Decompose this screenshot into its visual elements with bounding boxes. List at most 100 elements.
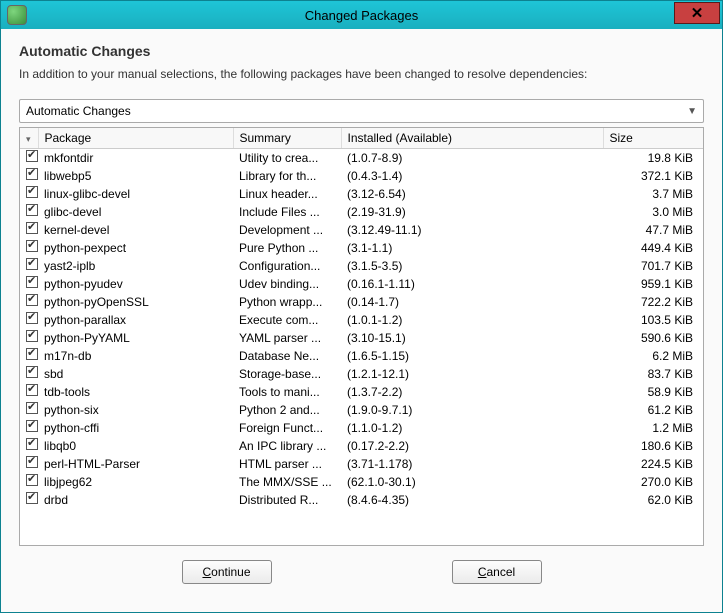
- cell-installed: (0.17.2-2.2): [341, 437, 603, 455]
- cell-summary: The MMX/SSE ...: [233, 473, 341, 491]
- button-row: Continue Cancel: [19, 546, 704, 602]
- table-row[interactable]: sbdStorage-base...(1.2.1-12.1)83.7 KiB: [20, 365, 703, 383]
- cell-size: 590.6 KiB: [603, 329, 703, 347]
- install-status-icon: [26, 474, 38, 486]
- cell-size: 103.5 KiB: [603, 311, 703, 329]
- cell-size: 83.7 KiB: [603, 365, 703, 383]
- cell-package: kernel-devel: [38, 221, 233, 239]
- install-status-icon: [26, 402, 38, 414]
- table-row[interactable]: python-cffiForeign Funct...(1.1.0-1.2)1.…: [20, 419, 703, 437]
- table-row[interactable]: python-pexpectPure Python ...(3.1-1.1)44…: [20, 239, 703, 257]
- table-row[interactable]: python-pyOpenSSLPython wrapp...(0.14-1.7…: [20, 293, 703, 311]
- column-header-status[interactable]: ▾: [20, 128, 38, 149]
- cell-package: mkfontdir: [38, 149, 233, 167]
- install-status-icon: [26, 366, 38, 378]
- table-row[interactable]: python-PyYAMLYAML parser ...(3.10-15.1)5…: [20, 329, 703, 347]
- cell-package: python-PyYAML: [38, 329, 233, 347]
- cell-summary: Development ...: [233, 221, 341, 239]
- table-row[interactable]: python-pyudevUdev binding...(0.16.1-1.11…: [20, 275, 703, 293]
- cell-summary: Udev binding...: [233, 275, 341, 293]
- install-status-icon: [26, 222, 38, 234]
- column-header-installed[interactable]: Installed (Available): [341, 128, 603, 149]
- cell-size: 1.2 MiB: [603, 419, 703, 437]
- table-row[interactable]: drbdDistributed R...(8.4.6-4.35)62.0 KiB: [20, 491, 703, 509]
- cell-summary: Configuration...: [233, 257, 341, 275]
- cell-summary: Database Ne...: [233, 347, 341, 365]
- titlebar[interactable]: Changed Packages ✕: [1, 1, 722, 29]
- cell-installed: (3.1.5-3.5): [341, 257, 603, 275]
- install-status-icon: [26, 330, 38, 342]
- cell-package: glibc-devel: [38, 203, 233, 221]
- cell-installed: (1.0.7-8.9): [341, 149, 603, 167]
- cell-size: 270.0 KiB: [603, 473, 703, 491]
- table-row[interactable]: tdb-toolsTools to mani...(1.3.7-2.2)58.9…: [20, 383, 703, 401]
- column-header-package[interactable]: Package: [38, 128, 233, 149]
- cell-package: drbd: [38, 491, 233, 509]
- cell-summary: Include Files ...: [233, 203, 341, 221]
- install-status-icon: [26, 438, 38, 450]
- table-row[interactable]: python-sixPython 2 and...(1.9.0-9.7.1)61…: [20, 401, 703, 419]
- cell-size: 372.1 KiB: [603, 167, 703, 185]
- cell-size: 959.1 KiB: [603, 275, 703, 293]
- install-status-icon: [26, 492, 38, 504]
- cell-size: 62.0 KiB: [603, 491, 703, 509]
- install-status-icon: [26, 312, 38, 324]
- install-status-icon: [26, 384, 38, 396]
- table-row[interactable]: linux-glibc-develLinux header...(3.12-6.…: [20, 185, 703, 203]
- cell-summary: Foreign Funct...: [233, 419, 341, 437]
- cell-installed: (3.12.49-11.1): [341, 221, 603, 239]
- close-button[interactable]: ✕: [674, 2, 720, 24]
- cell-installed: (8.4.6-4.35): [341, 491, 603, 509]
- cancel-button[interactable]: Cancel: [452, 560, 542, 584]
- table-row[interactable]: m17n-dbDatabase Ne...(1.6.5-1.15)6.2 MiB: [20, 347, 703, 365]
- cell-installed: (0.14-1.7): [341, 293, 603, 311]
- cell-installed: (62.1.0-30.1): [341, 473, 603, 491]
- cell-package: python-cffi: [38, 419, 233, 437]
- table-row[interactable]: libqb0An IPC library ...(0.17.2-2.2)180.…: [20, 437, 703, 455]
- column-header-size[interactable]: Size: [603, 128, 703, 149]
- content-area: Automatic Changes In addition to your ma…: [1, 29, 722, 612]
- cell-installed: (3.12-6.54): [341, 185, 603, 203]
- table-row[interactable]: kernel-develDevelopment ...(3.12.49-11.1…: [20, 221, 703, 239]
- cell-package: libqb0: [38, 437, 233, 455]
- cell-summary: HTML parser ...: [233, 455, 341, 473]
- cell-package: libwebp5: [38, 167, 233, 185]
- column-header-summary[interactable]: Summary: [233, 128, 341, 149]
- cell-size: 3.7 MiB: [603, 185, 703, 203]
- changes-category-dropdown[interactable]: Automatic Changes ▼: [19, 99, 704, 123]
- cell-package: tdb-tools: [38, 383, 233, 401]
- page-heading: Automatic Changes: [19, 43, 704, 59]
- sort-indicator-icon: ▾: [26, 134, 31, 144]
- cell-size: 180.6 KiB: [603, 437, 703, 455]
- packages-table: ▾ Package Summary Installed (Available) …: [20, 128, 703, 509]
- window-title: Changed Packages: [305, 8, 418, 23]
- table-row[interactable]: libjpeg62The MMX/SSE ...(62.1.0-30.1)270…: [20, 473, 703, 491]
- cell-summary: An IPC library ...: [233, 437, 341, 455]
- install-status-icon: [26, 420, 38, 432]
- cell-package: perl-HTML-Parser: [38, 455, 233, 473]
- cell-summary: Library for th...: [233, 167, 341, 185]
- cell-package: yast2-iplb: [38, 257, 233, 275]
- close-icon: ✕: [691, 4, 704, 22]
- chevron-down-icon: ▼: [687, 106, 697, 117]
- cell-package: python-six: [38, 401, 233, 419]
- install-status-icon: [26, 186, 38, 198]
- table-row[interactable]: perl-HTML-ParserHTML parser ...(3.71-1.1…: [20, 455, 703, 473]
- cell-installed: (3.71-1.178): [341, 455, 603, 473]
- cell-installed: (3.10-15.1): [341, 329, 603, 347]
- cell-summary: Linux header...: [233, 185, 341, 203]
- table-row[interactable]: python-parallaxExecute com...(1.0.1-1.2)…: [20, 311, 703, 329]
- table-row[interactable]: glibc-develInclude Files ...(2.19-31.9)3…: [20, 203, 703, 221]
- cell-size: 449.4 KiB: [603, 239, 703, 257]
- table-row[interactable]: mkfontdirUtility to crea...(1.0.7-8.9)19…: [20, 149, 703, 167]
- install-status-icon: [26, 348, 38, 360]
- table-row[interactable]: yast2-iplbConfiguration...(3.1.5-3.5)701…: [20, 257, 703, 275]
- table-header-row: ▾ Package Summary Installed (Available) …: [20, 128, 703, 149]
- cell-summary: YAML parser ...: [233, 329, 341, 347]
- cell-package: linux-glibc-devel: [38, 185, 233, 203]
- continue-button[interactable]: Continue: [182, 560, 272, 584]
- table-row[interactable]: libwebp5Library for th...(0.4.3-1.4)372.…: [20, 167, 703, 185]
- cell-summary: Utility to crea...: [233, 149, 341, 167]
- dialog-window: Changed Packages ✕ Automatic Changes In …: [0, 0, 723, 613]
- cell-installed: (1.9.0-9.7.1): [341, 401, 603, 419]
